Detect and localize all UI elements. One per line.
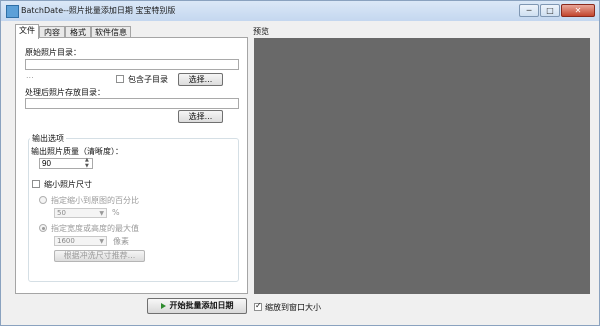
chevron-down-icon: ▼ (99, 210, 104, 217)
app-window: BatchDate--照片批量添加日期 宝宝特别版 ─ □ ✕ 文件 内容 格式… (0, 0, 600, 326)
title-bar: BatchDate--照片批量添加日期 宝宝特别版 ─ □ ✕ (1, 1, 599, 21)
percent-unit: % (112, 208, 120, 217)
maximize-button[interactable]: □ (540, 4, 560, 17)
fit-window-label: 缩放到窗口大小 (265, 303, 321, 312)
chevron-down-icon: ▼ (99, 238, 104, 245)
percent-select[interactable]: 50 ▼ (54, 208, 107, 218)
tab-file[interactable]: 文件 (15, 24, 39, 39)
start-batch-button[interactable]: 开始批量添加日期 (147, 298, 247, 314)
maxdim-select[interactable]: 1600 ▼ (54, 236, 107, 246)
output-dir-input[interactable] (25, 98, 239, 109)
percent-label: 指定缩小到原图的百分比 (51, 196, 139, 205)
close-button[interactable]: ✕ (561, 4, 595, 17)
resize-label: 缩小照片尺寸 (44, 180, 92, 189)
browse-source-button[interactable]: 选择... (178, 73, 223, 86)
maxdim-label: 指定宽度或高度的最大值 (51, 224, 139, 233)
quality-label: 输出照片质量（清晰度）： (31, 147, 123, 156)
browse-output-button[interactable]: 选择... (178, 110, 223, 123)
resize-checkbox[interactable] (32, 180, 40, 188)
maxdim-value: 1600 (57, 237, 75, 245)
app-icon (6, 5, 19, 18)
play-icon (160, 302, 166, 309)
source-dir-label: 原始照片目录： (25, 48, 81, 57)
include-subdirs-checkbox[interactable] (116, 75, 124, 83)
fit-window-checkbox[interactable] (254, 301, 262, 311)
source-dir-input[interactable] (25, 59, 239, 70)
quality-spinner-arrows-icon[interactable]: ▲ ▼ (85, 157, 89, 169)
include-subdirs-label: 包含子目录 (128, 75, 168, 84)
preview-label: 预览 (253, 27, 269, 36)
output-options-group: 输出照片质量（清晰度）： ▲▼ 缩小照片尺寸 指定缩小到原图的百分比 50 ▼ … (28, 138, 239, 282)
maxdim-unit: 像素 (113, 237, 129, 246)
start-batch-label: 开始批量添加日期 (169, 301, 234, 310)
window-title: BatchDate--照片批量添加日期 宝宝特别版 (21, 6, 176, 15)
recommend-size-button[interactable]: 根据冲洗尺寸推荐... (54, 250, 145, 262)
preview-area (254, 38, 590, 294)
maxdim-radio[interactable] (39, 224, 47, 232)
percent-value: 50 (57, 209, 66, 217)
percent-radio[interactable] (39, 196, 47, 204)
file-tab-panel: 原始照片目录： ... 包含子目录 选择... 处理后照片存放目录： 选择...… (15, 37, 248, 294)
source-hint-text: ... (26, 71, 34, 80)
minimize-button[interactable]: ─ (519, 4, 539, 17)
output-options-legend: 输出选项 (30, 133, 66, 144)
output-dir-label: 处理后照片存放目录： (25, 88, 105, 97)
